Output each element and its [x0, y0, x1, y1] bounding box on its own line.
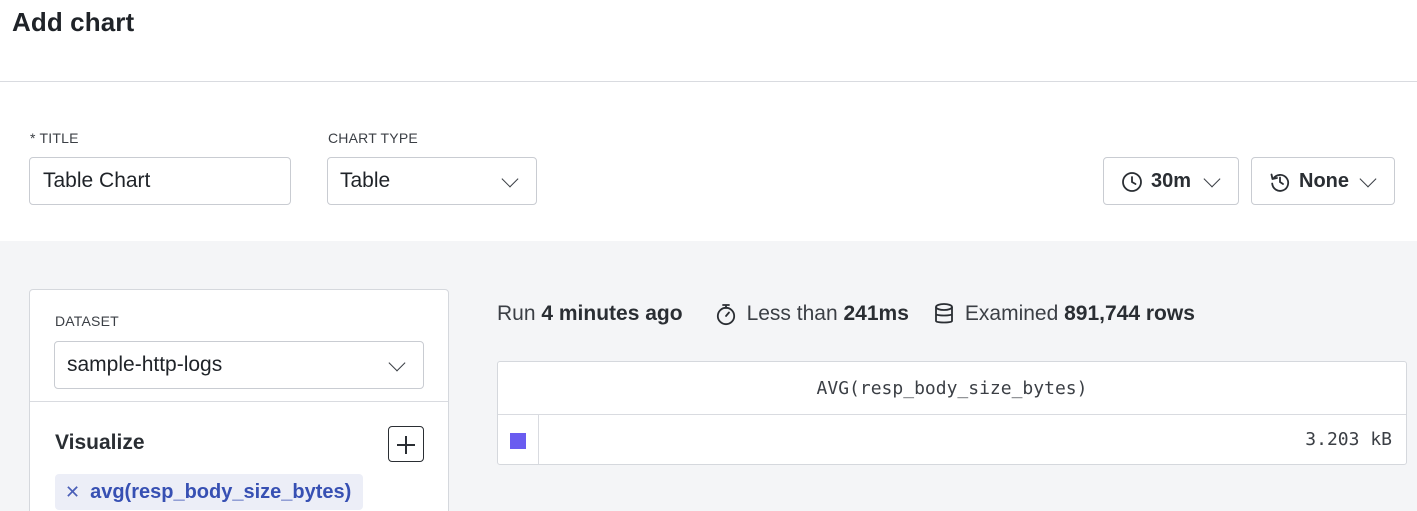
table-column-header[interactable]: AVG(resp_body_size_bytes)	[498, 362, 1406, 415]
visualize-item-label: avg(resp_body_size_bytes)	[90, 480, 352, 503]
run-prefix: Run	[497, 302, 536, 325]
chevron-down-icon	[501, 170, 519, 188]
dataset-select[interactable]: sample-http-logs	[54, 341, 424, 389]
compare-picker[interactable]: None	[1251, 157, 1395, 205]
stopwatch-icon	[716, 304, 735, 326]
series-color-swatch	[510, 433, 526, 449]
examined-stat: Examined 891,744 rows	[933, 302, 1195, 326]
examined-value: 891,744 rows	[1064, 302, 1195, 325]
duration-prefix: Less than	[746, 302, 838, 325]
duration-value: 241ms	[843, 302, 909, 325]
history-icon	[1270, 173, 1290, 192]
add-visualization-button[interactable]	[388, 426, 424, 462]
chart-type-value: Table	[340, 169, 391, 192]
chart-type-label: CHART TYPE	[328, 130, 418, 146]
plus-icon	[405, 436, 407, 454]
dataset-label: DATASET	[55, 313, 119, 329]
visualize-heading: Visualize	[55, 431, 145, 454]
run-value: 4 minutes ago	[541, 302, 683, 325]
title-label: * TITLE	[30, 130, 79, 146]
title-input[interactable]	[29, 157, 291, 205]
panel-divider	[30, 401, 448, 402]
chevron-down-icon	[388, 354, 406, 372]
chart-workspace: DATASET sample-http-logs Visualize ✕ avg…	[0, 241, 1417, 511]
chart-settings-form: * TITLE CHART TYPE Table 30m None	[0, 82, 1417, 241]
time-range-picker[interactable]: 30m	[1103, 157, 1239, 205]
examined-prefix: Examined	[964, 302, 1059, 325]
run-stat: Run 4 minutes ago	[497, 302, 683, 326]
time-range-value: 30m	[1151, 170, 1192, 192]
dataset-value: sample-http-logs	[67, 353, 223, 376]
database-icon	[934, 303, 953, 324]
compare-value: None	[1299, 170, 1349, 192]
duration-stat: Less than 241ms	[715, 302, 909, 326]
visualize-item-chip[interactable]: ✕ avg(resp_body_size_bytes)	[55, 474, 364, 510]
table-row	[498, 415, 539, 464]
clock-icon	[1122, 172, 1142, 192]
chevron-down-icon	[1359, 170, 1377, 188]
result-table: AVG(resp_body_size_bytes) 3.203 kB	[497, 361, 1407, 465]
chevron-down-icon	[1203, 170, 1221, 188]
table-cell-value: 3.203 kB	[1305, 429, 1392, 450]
query-panel: DATASET sample-http-logs Visualize ✕ avg…	[29, 289, 449, 511]
close-icon[interactable]: ✕	[65, 482, 80, 503]
page-header: Add chart	[0, 0, 1417, 82]
chart-type-select[interactable]: Table	[327, 157, 537, 205]
query-stats: Run 4 minutes ago Less than 241ms Examin…	[497, 301, 1195, 327]
page-title: Add chart	[12, 7, 135, 37]
